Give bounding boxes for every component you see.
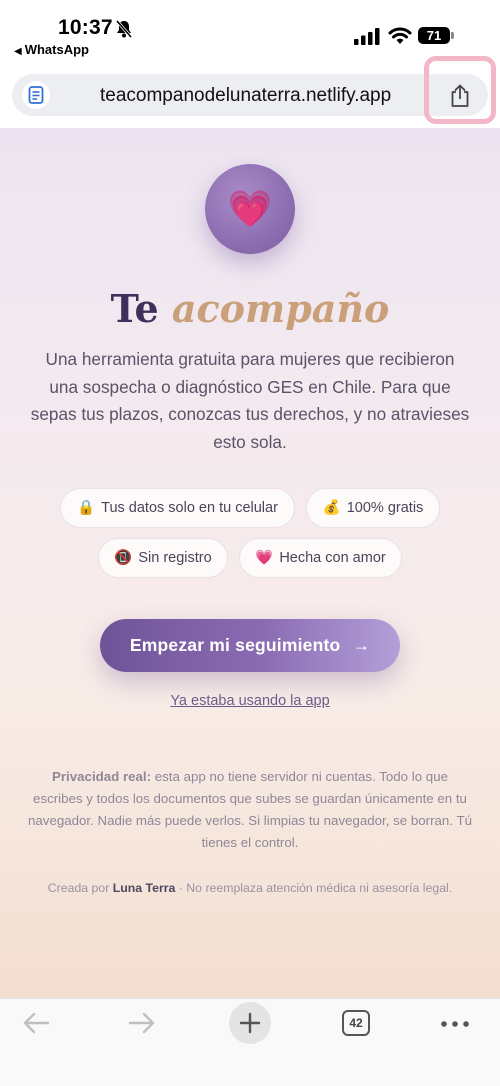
page-settings-icon[interactable]	[22, 81, 50, 109]
title-part-1: Te	[110, 286, 159, 331]
tabs-count-button[interactable]: 42	[342, 1010, 370, 1036]
no-phone-icon: 📵	[114, 550, 133, 566]
clock-time: 10:37	[58, 16, 113, 39]
pill-label: Tus datos solo en tu celular	[101, 500, 278, 516]
privacy-heading: Privacidad real:	[52, 769, 152, 784]
new-tab-button[interactable]	[229, 1002, 271, 1044]
footer-author: Luna Terra	[112, 881, 176, 895]
browser-address-area: teacompanodelunaterra.netlify.app	[0, 56, 500, 128]
arrow-right-icon: →	[352, 635, 371, 655]
more-options-icon[interactable]	[441, 1021, 469, 1027]
pill-label: Sin registro	[138, 550, 212, 566]
footer-credit: Creada por Luna Terra · No reemplaza ate…	[0, 881, 500, 895]
privacy-notice: Privacidad real: esta app no tiene servi…	[26, 766, 474, 854]
hero-description: Una herramienta gratuita para mujeres qu…	[30, 349, 470, 452]
wifi-icon	[388, 27, 412, 44]
feature-pill-free: 💰 100% gratis	[306, 488, 440, 528]
url-text: teacompanodelunaterra.netlify.app	[100, 85, 392, 106]
existing-user-link[interactable]: Ya estaba usando la app	[0, 693, 500, 709]
pill-label: Hecha con amor	[279, 550, 386, 566]
pill-label: 100% gratis	[346, 500, 424, 516]
status-bar: 10:37 ◀ WhatsApp 71	[0, 0, 500, 62]
footer-disclaimer: · No reemplaza atención médica ni asesor…	[175, 881, 453, 895]
bell-slash-icon	[115, 20, 133, 38]
back-app-label: WhatsApp	[24, 42, 89, 57]
heart-icon: 💗	[227, 188, 273, 229]
title-part-2: acompaño	[171, 286, 390, 331]
feature-pill-privacy: 🔒 Tus datos solo en tu celular	[60, 488, 295, 528]
lock-icon: 🔒	[77, 500, 96, 516]
heart-logo: 💗	[205, 164, 295, 254]
browser-toolbar: 42	[0, 998, 500, 1086]
feature-pill-love: 💗 Hecha con amor	[239, 538, 402, 578]
forward-arrow-icon[interactable]	[128, 1011, 156, 1035]
address-bar[interactable]: teacompanodelunaterra.netlify.app	[12, 74, 488, 116]
back-triangle-icon: ◀	[14, 46, 22, 57]
back-arrow-icon[interactable]	[22, 1011, 50, 1035]
battery-cap	[451, 32, 454, 39]
start-tracking-button[interactable]: Empezar mi seguimiento →	[100, 619, 400, 672]
landing-page: 💗 Te acompaño Una herramienta gratuita p…	[0, 128, 500, 998]
feature-pill-no-signup: 📵 Sin registro	[98, 538, 228, 578]
battery-indicator: 71	[418, 27, 450, 44]
share-icon[interactable]	[449, 84, 471, 108]
back-to-app-link[interactable]: ◀ WhatsApp	[14, 42, 89, 57]
heart-icon: 💗	[255, 550, 274, 566]
start-tracking-label: Empezar mi seguimiento	[129, 635, 341, 655]
plus-icon	[239, 1012, 261, 1034]
footer-prefix: Creada por	[47, 881, 113, 895]
money-bag-icon: 💰	[322, 500, 341, 516]
page-title: Te acompaño	[0, 286, 500, 331]
cellular-signal-icon	[354, 28, 380, 45]
